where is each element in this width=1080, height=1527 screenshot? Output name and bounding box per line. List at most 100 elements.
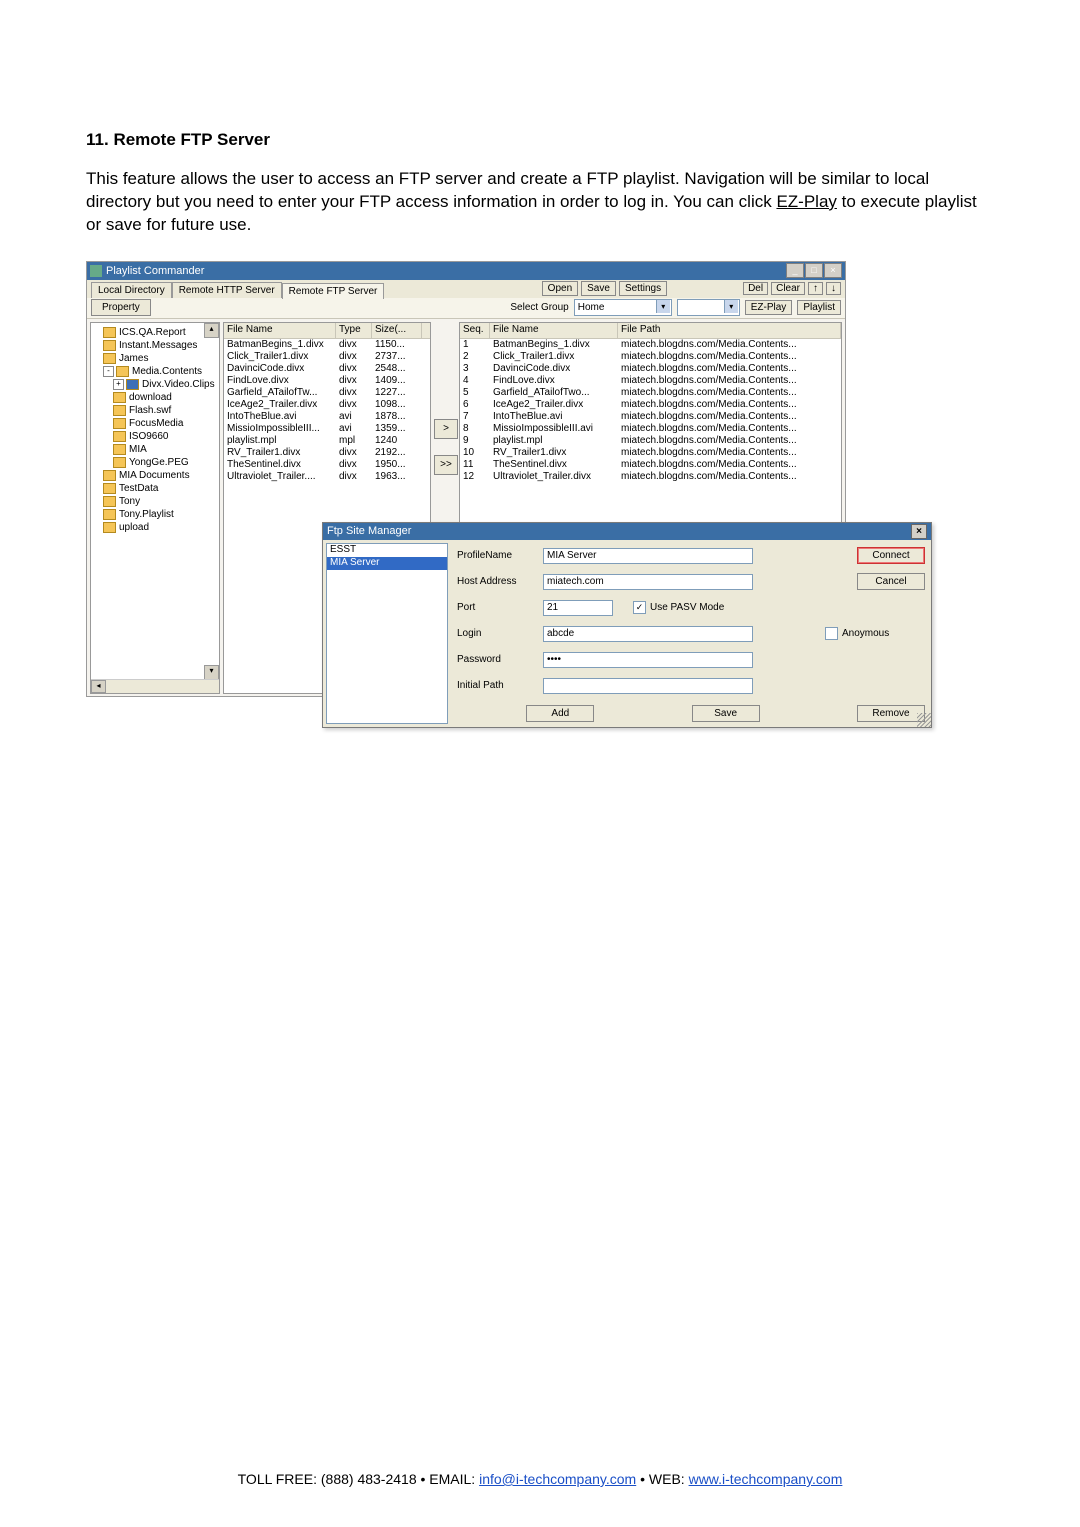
tab-remote-ftp[interactable]: Remote FTP Server [282,283,385,299]
footer-email-link[interactable]: info@i-techcompany.com [479,1471,636,1487]
group-dropdown[interactable]: Home [574,299,672,316]
tree-scroll-up-button[interactable]: ▴ [204,323,219,338]
play-col-seq[interactable]: Seq. [460,323,490,338]
file-row[interactable]: RV_Trailer1.divxdivx2192... [224,447,430,459]
cancel-button[interactable]: Cancel [857,573,925,590]
group-extra-dropdown[interactable] [677,299,740,316]
add-all-button[interactable]: >> [434,455,458,475]
file-row[interactable]: Ultraviolet_Trailer....divx1963... [224,471,430,483]
anonymous-checkbox[interactable]: Anoymous [825,627,925,640]
tree-item[interactable]: Instant.Messages [93,339,217,352]
tree-item-label: Divx.Video.Clips [142,378,215,391]
playlist-row[interactable]: 1BatmanBegins_1.divxmiatech.blogdns.com/… [460,339,841,351]
tree-item[interactable]: ICS.QA.Report [93,326,217,339]
playlist-body[interactable]: 1BatmanBegins_1.divxmiatech.blogdns.com/… [460,339,841,483]
play-col-name[interactable]: File Name [490,323,618,338]
play-col-path[interactable]: File Path [618,323,841,338]
tree-item[interactable]: upload [93,521,217,534]
tab-remote-http[interactable]: Remote HTTP Server [172,282,282,298]
file-col-type[interactable]: Type [336,323,372,338]
playlist-row[interactable]: 9playlist.mplmiatech.blogdns.com/Media.C… [460,435,841,447]
playlist-button[interactable]: Playlist [797,300,841,315]
profile-item[interactable]: MIA Server [327,557,447,570]
file-row[interactable]: DavinciCode.divxdivx2548... [224,363,430,375]
profile-list[interactable]: ESSTMIA Server [326,543,448,724]
sub-toolbar: Property Select Group Home EZ-Play Playl… [87,298,845,319]
tree-item[interactable]: ISO9660 [93,430,217,443]
property-button[interactable]: Property [91,299,151,316]
dialog-close-button[interactable]: × [911,524,927,539]
tree-item[interactable]: MIA Documents [93,469,217,482]
tree-item[interactable]: Tony [93,495,217,508]
tree-item[interactable]: MIA [93,443,217,456]
tree-item[interactable]: TestData [93,482,217,495]
host-input[interactable] [543,574,753,590]
resize-grip-icon[interactable] [917,713,931,727]
playlist-row[interactable]: 8MissioImpossibleIII.avimiatech.blogdns.… [460,423,841,435]
tree-hscrollbar[interactable]: ◂ [91,679,219,693]
close-button[interactable]: × [824,263,842,278]
playlist-row[interactable]: 7IntoTheBlue.avimiatech.blogdns.com/Medi… [460,411,841,423]
playlist-header[interactable]: Seq. File Name File Path [460,323,841,339]
maximize-button[interactable]: □ [805,263,823,278]
login-input[interactable] [543,626,753,642]
playlist-row[interactable]: 4FindLove.divxmiatech.blogdns.com/Media.… [460,375,841,387]
del-button[interactable]: Del [743,282,768,295]
ezplay-button[interactable]: EZ-Play [745,300,793,315]
connect-button[interactable]: Connect [857,547,925,564]
settings-button[interactable]: Settings [619,281,667,296]
file-list-header[interactable]: File Name Type Size(... [224,323,430,339]
file-row[interactable]: MissioImpossibleIII...avi1359... [224,423,430,435]
tree-item[interactable]: + Divx.Video.Clips [93,378,217,391]
playlist-row[interactable]: 5Garfield_ATailofTwo...miatech.blogdns.c… [460,387,841,399]
file-row[interactable]: IntoTheBlue.aviavi1878... [224,411,430,423]
tree-item[interactable]: James [93,352,217,365]
move-down-button[interactable]: ↓ [826,282,841,295]
move-up-button[interactable]: ↑ [808,282,823,295]
ezplay-link[interactable]: EZ-Play [776,192,836,211]
tree-item[interactable]: YongGe.PEG [93,456,217,469]
file-col-name[interactable]: File Name [224,323,336,338]
tree-scroll-down-button[interactable]: ▾ [204,665,219,680]
add-profile-button[interactable]: Add [526,705,594,722]
initial-path-input[interactable] [543,678,753,694]
add-one-button[interactable]: > [434,419,458,439]
save-button[interactable]: Save [581,281,616,296]
tree-item[interactable]: Tony.Playlist [93,508,217,521]
tree-item[interactable]: -Media.Contents [93,365,217,378]
save-profile-button[interactable]: Save [692,705,760,722]
profile-name-input[interactable] [543,548,753,564]
tab-local-directory[interactable]: Local Directory [91,282,172,298]
pasv-checkbox[interactable]: ✓Use PASV Mode [633,601,724,614]
file-row[interactable]: FindLove.divxdivx1409... [224,375,430,387]
footer-web-link[interactable]: www.i-techcompany.com [689,1471,843,1487]
file-row[interactable]: playlist.mplmpl1240 [224,435,430,447]
file-list-body[interactable]: BatmanBegins_1.divxdivx1150...Click_Trai… [224,339,430,483]
file-col-size[interactable]: Size(... [372,323,422,338]
tree-expander-icon[interactable]: + [113,379,124,390]
tree-item[interactable]: download [93,391,217,404]
open-button[interactable]: Open [542,281,578,296]
profile-item[interactable]: ESST [327,544,447,557]
playlist-row[interactable]: 10RV_Trailer1.divxmiatech.blogdns.com/Me… [460,447,841,459]
file-row[interactable]: Click_Trailer1.divxdivx2737... [224,351,430,363]
playlist-row[interactable]: 3DavinciCode.divxmiatech.blogdns.com/Med… [460,363,841,375]
remove-profile-button[interactable]: Remove [857,705,925,722]
folder-icon [113,405,126,416]
port-input[interactable] [543,600,613,616]
file-row[interactable]: Garfield_ATailofTw...divx1227... [224,387,430,399]
minimize-button[interactable]: _ [786,263,804,278]
file-row[interactable]: TheSentinel.divxdivx1950... [224,459,430,471]
file-row[interactable]: BatmanBegins_1.divxdivx1150... [224,339,430,351]
tree-expander-icon[interactable]: - [103,366,114,377]
playlist-row[interactable]: 2Click_Trailer1.divxmiatech.blogdns.com/… [460,351,841,363]
playlist-row[interactable]: 11TheSentinel.divxmiatech.blogdns.com/Me… [460,459,841,471]
tree-item[interactable]: Flash.swf [93,404,217,417]
clear-button[interactable]: Clear [771,282,805,295]
playlist-row[interactable]: 12Ultraviolet_Trailer.divxmiatech.blogdn… [460,471,841,483]
folder-tree[interactable]: ICS.QA.ReportInstant.MessagesJames-Media… [91,323,219,537]
file-row[interactable]: IceAge2_Trailer.divxdivx1098... [224,399,430,411]
password-input[interactable] [543,652,753,668]
playlist-row[interactable]: 6IceAge2_Trailer.divxmiatech.blogdns.com… [460,399,841,411]
tree-item[interactable]: FocusMedia [93,417,217,430]
